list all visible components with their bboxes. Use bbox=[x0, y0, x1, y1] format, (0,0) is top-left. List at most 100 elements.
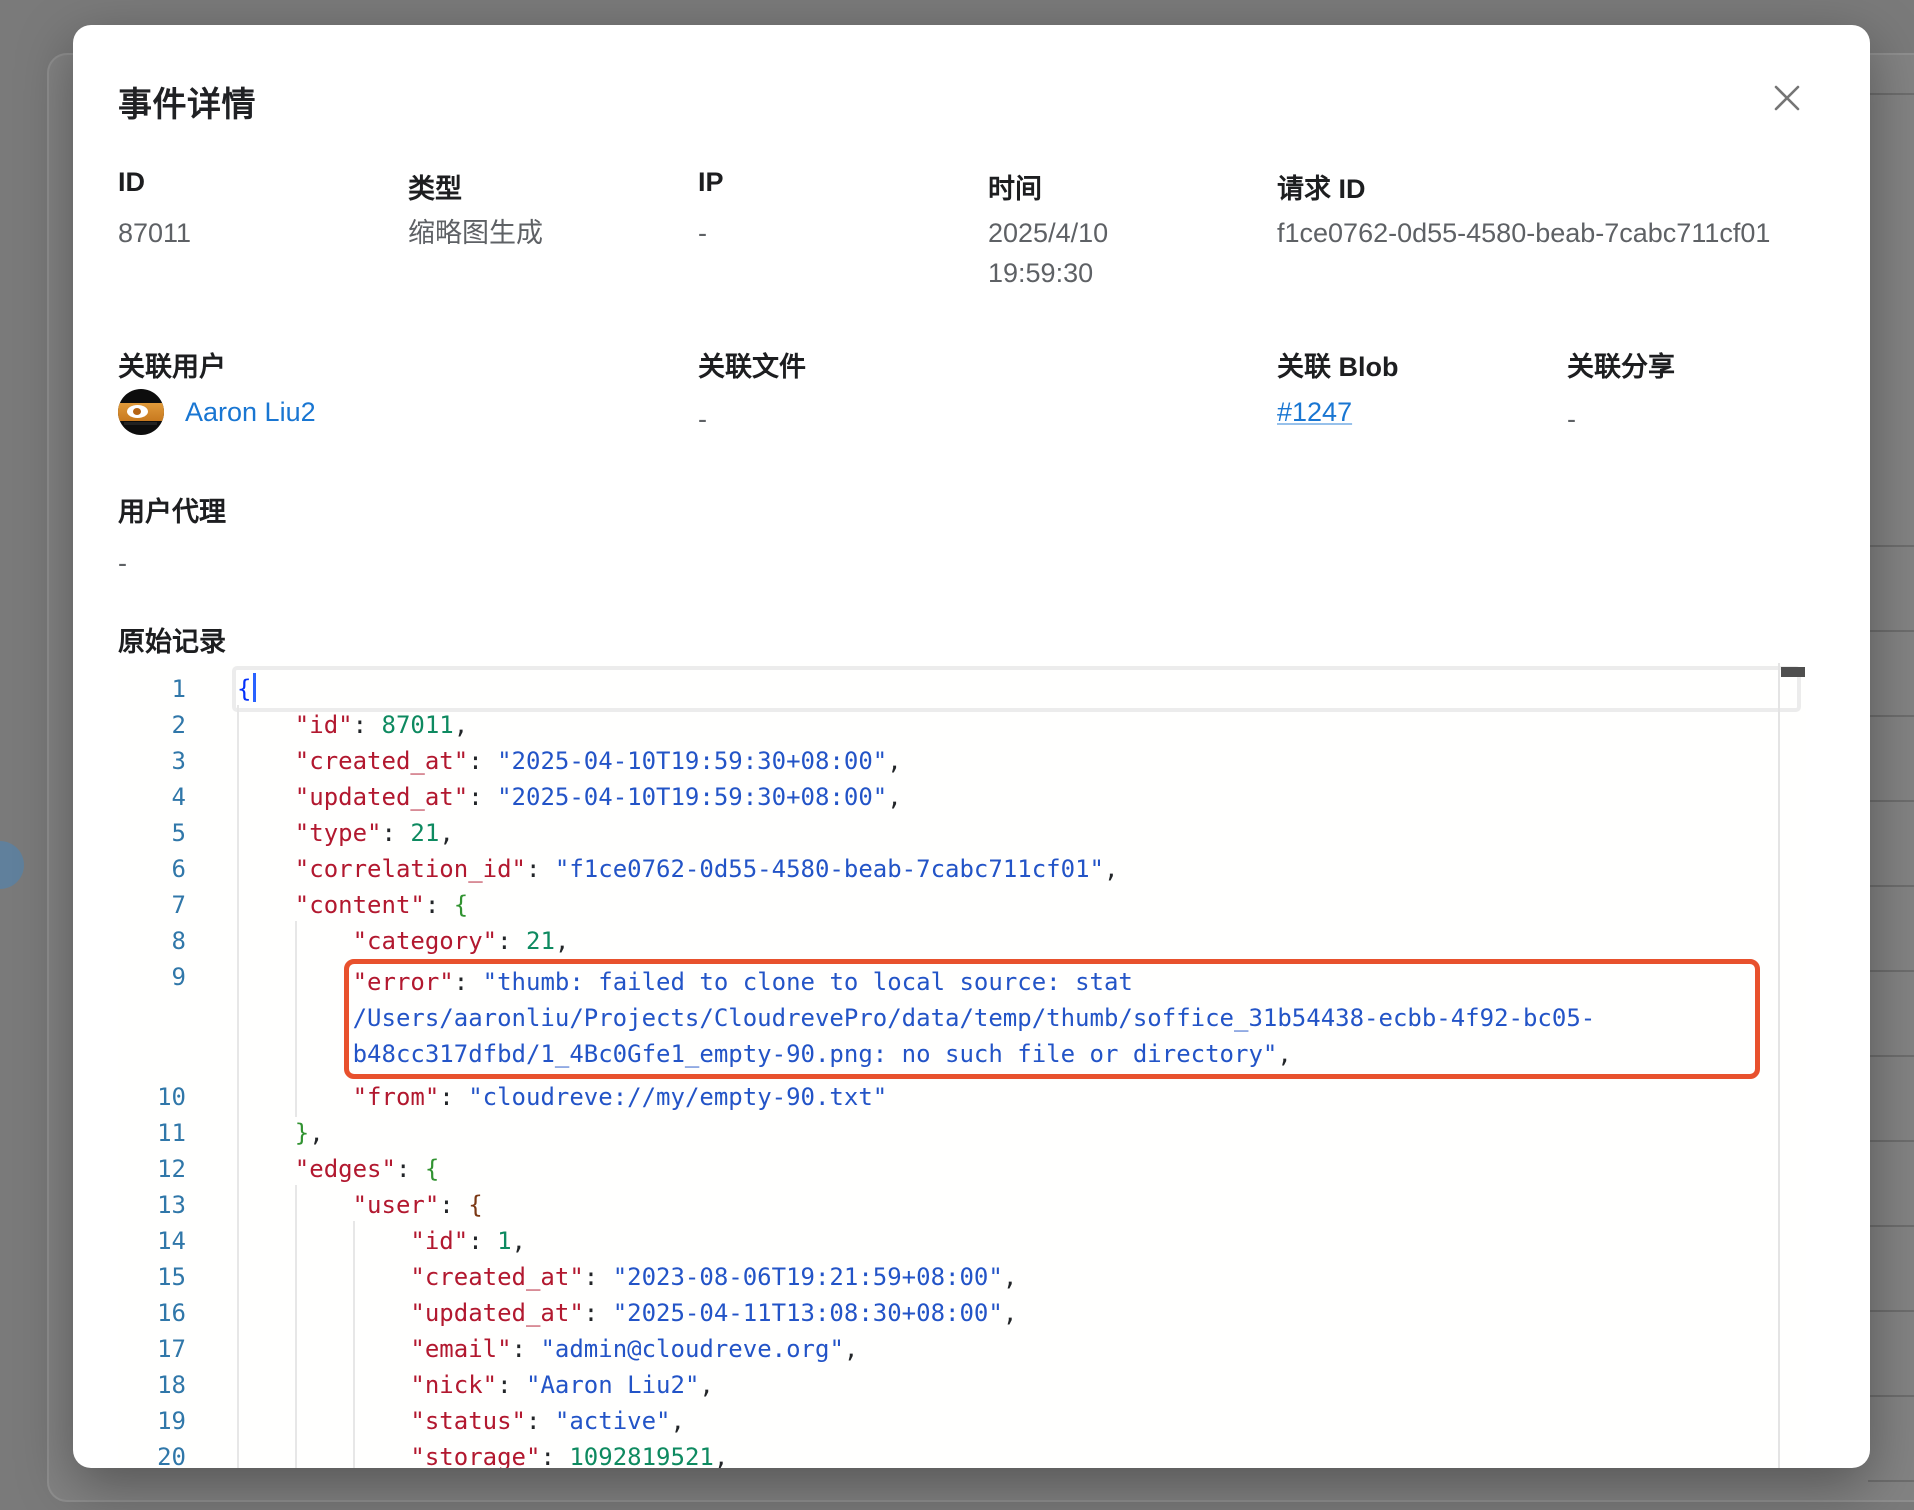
line-number: 13 bbox=[118, 1187, 213, 1223]
line-number: 9 bbox=[118, 959, 213, 995]
line-number: 1 bbox=[118, 671, 213, 707]
line-number: 8 bbox=[118, 923, 213, 959]
field-label-related-blob: 关联 Blob bbox=[1277, 345, 1399, 384]
indent-guide bbox=[295, 957, 297, 1081]
indent-guide bbox=[295, 1365, 297, 1405]
related-blob-link[interactable]: #1247 bbox=[1277, 397, 1352, 428]
error-highlight-box: "error": "thumb: failed to clone to loca… bbox=[344, 959, 1760, 1079]
event-detail-dialog: 事件详情 ID 类型 IP 时间 请求 ID 87011 缩略图生成 - 202… bbox=[73, 25, 1870, 1468]
editor-scrollbar-thumb[interactable] bbox=[1781, 667, 1805, 677]
line-number: 4 bbox=[118, 779, 213, 815]
field-label-id: ID bbox=[118, 167, 145, 198]
indent-guide bbox=[237, 1185, 239, 1225]
indent-guide bbox=[237, 1113, 239, 1153]
indent-guide bbox=[353, 1293, 355, 1333]
line-number: 3 bbox=[118, 743, 213, 779]
field-label-ip: IP bbox=[698, 167, 724, 198]
indent-guide bbox=[237, 705, 239, 745]
indent-guide bbox=[353, 1329, 355, 1369]
code-line: 14 "id": 1, bbox=[118, 1223, 1806, 1259]
indent-guide bbox=[237, 813, 239, 853]
editor-scrollbar-track bbox=[1778, 663, 1806, 1468]
indent-guide bbox=[295, 1257, 297, 1297]
background-table-rows bbox=[1868, 462, 1914, 1510]
indent-guide bbox=[353, 1365, 355, 1405]
code-line: 10 "from": "cloudreve://my/empty-90.txt" bbox=[118, 1079, 1806, 1115]
background-table-divider bbox=[1868, 93, 1914, 95]
code-line: 5 "type": 21, bbox=[118, 815, 1806, 851]
indent-guide bbox=[237, 1329, 239, 1369]
indent-guide bbox=[237, 1437, 239, 1468]
indent-guide bbox=[295, 1185, 297, 1225]
line-number: 14 bbox=[118, 1223, 213, 1259]
field-label-related-share: 关联分享 bbox=[1567, 345, 1675, 384]
field-label-type: 类型 bbox=[408, 167, 462, 206]
related-file-value: - bbox=[698, 399, 707, 439]
field-label-related-file: 关联文件 bbox=[698, 345, 806, 384]
field-value-user-agent: - bbox=[118, 543, 127, 583]
field-value-id: 87011 bbox=[118, 213, 191, 253]
code-line: 20 "storage": 1092819521, bbox=[118, 1439, 1806, 1468]
code-line: 12 "edges": { bbox=[118, 1151, 1806, 1187]
line-number: 7 bbox=[118, 887, 213, 923]
code-line: 9 "error": "thumb: failed to clone to loc… bbox=[118, 959, 1806, 1079]
close-icon bbox=[1772, 83, 1802, 113]
field-value-request-id: f1ce0762-0d55-4580-beab-7cabc711cf01 bbox=[1277, 213, 1857, 253]
raw-record-label: 原始记录 bbox=[118, 620, 226, 659]
indent-guide bbox=[237, 1293, 239, 1333]
indent-guide bbox=[295, 921, 297, 961]
indent-guide bbox=[237, 1149, 239, 1189]
avatar-tagline bbox=[124, 422, 157, 425]
code-line: 16 "updated_at": "2025-04-11T13:08:30+08… bbox=[118, 1295, 1806, 1331]
indent-guide bbox=[237, 1077, 239, 1117]
line-number: 19 bbox=[118, 1403, 213, 1439]
code-line: 7 "content": { bbox=[118, 887, 1806, 923]
indent-guide bbox=[353, 1221, 355, 1261]
line-number: 20 bbox=[118, 1439, 213, 1468]
indent-guide bbox=[353, 1401, 355, 1441]
line-number: 11 bbox=[118, 1115, 213, 1151]
code-line: 6 "correlation_id": "f1ce0762-0d55-4580-… bbox=[118, 851, 1806, 887]
line-number: 18 bbox=[118, 1367, 213, 1403]
code-line: 1{ bbox=[118, 671, 1806, 707]
code-line: 3 "created_at": "2025-04-10T19:59:30+08:… bbox=[118, 743, 1806, 779]
indent-guide bbox=[295, 1401, 297, 1441]
indent-guide bbox=[237, 1257, 239, 1297]
field-label-request-id: 请求 ID bbox=[1277, 167, 1366, 206]
field-value-time: 2025/4/10 19:59:30 bbox=[988, 213, 1148, 293]
indent-guide bbox=[237, 957, 239, 1081]
field-value-ip: - bbox=[698, 213, 707, 253]
screen: 事件详情 ID 类型 IP 时间 请求 ID 87011 缩略图生成 - 202… bbox=[0, 0, 1914, 1510]
line-number: 2 bbox=[118, 707, 213, 743]
code-editor[interactable]: 1{2 "id": 87011,3 "created_at": "2025-04… bbox=[118, 663, 1806, 1468]
code-line: 19 "status": "active", bbox=[118, 1403, 1806, 1439]
line-number: 5 bbox=[118, 815, 213, 851]
indent-guide bbox=[237, 1221, 239, 1261]
indent-guide bbox=[353, 1257, 355, 1297]
indent-guide bbox=[237, 1365, 239, 1405]
field-label-user-agent: 用户代理 bbox=[118, 490, 226, 529]
related-share-value: - bbox=[1567, 399, 1576, 439]
indent-guide bbox=[237, 741, 239, 781]
indent-guide bbox=[353, 1437, 355, 1468]
indent-guide bbox=[237, 921, 239, 961]
code-line: 4 "updated_at": "2025-04-10T19:59:30+08:… bbox=[118, 779, 1806, 815]
line-number: 15 bbox=[118, 1259, 213, 1295]
related-user-link[interactable]: Aaron Liu2 bbox=[185, 397, 316, 428]
code-line: 13 "user": { bbox=[118, 1187, 1806, 1223]
code-line: 2 "id": 87011, bbox=[118, 707, 1806, 743]
page-title: 事件详情 bbox=[118, 77, 256, 126]
code-line: 18 "nick": "Aaron Liu2", bbox=[118, 1367, 1806, 1403]
code-line: 15 "created_at": "2023-08-06T19:21:59+08… bbox=[118, 1259, 1806, 1295]
text-cursor bbox=[253, 673, 256, 702]
indent-guide bbox=[237, 777, 239, 817]
code-line: 17 "email": "admin@cloudreve.org", bbox=[118, 1331, 1806, 1367]
field-label-time: 时间 bbox=[988, 167, 1042, 206]
code-line: 8 "category": 21, bbox=[118, 923, 1806, 959]
line-number: 6 bbox=[118, 851, 213, 887]
indent-guide bbox=[237, 1401, 239, 1441]
indent-guide bbox=[295, 1221, 297, 1261]
close-button[interactable] bbox=[1765, 76, 1809, 120]
indent-guide bbox=[295, 1437, 297, 1468]
user-avatar bbox=[118, 389, 164, 435]
